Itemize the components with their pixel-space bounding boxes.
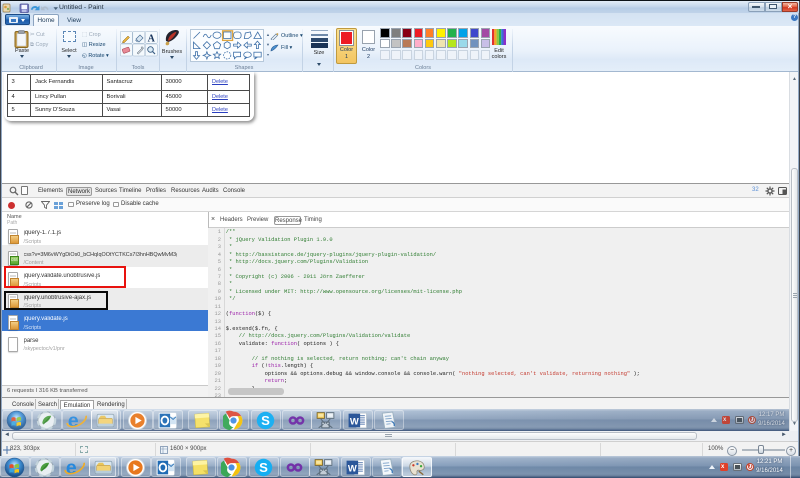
svg-text:W: W xyxy=(348,463,357,474)
svg-text:W: W xyxy=(350,416,359,427)
svg-text:S: S xyxy=(261,413,270,428)
svg-text:e: e xyxy=(66,457,77,478)
svg-text:e: e xyxy=(68,410,79,431)
svg-text:S: S xyxy=(259,460,268,475)
svg-text:A: A xyxy=(148,33,156,44)
